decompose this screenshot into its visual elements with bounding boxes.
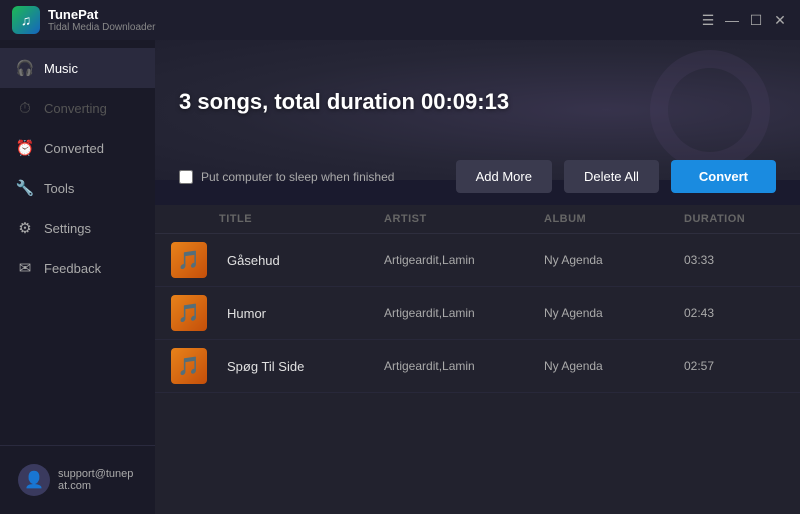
sidebar-nav: 🎧 Music ⏱ Converting ⏰ Converted 🔧 Tools… xyxy=(0,40,155,445)
sidebar-item-tools[interactable]: 🔧 Tools xyxy=(0,168,155,208)
delete-all-button[interactable]: Delete All xyxy=(564,160,659,193)
content-area: 3 songs, total duration 00:09:13 Put com… xyxy=(155,40,800,514)
menu-button[interactable]: ☰ xyxy=(700,12,716,28)
sidebar-footer: 👤 support@tunepat.com xyxy=(0,445,155,514)
track-title-1: Gåsehud xyxy=(219,253,384,268)
converted-icon: ⏰ xyxy=(16,139,34,157)
sidebar-label-tools: Tools xyxy=(44,181,74,196)
add-more-button[interactable]: Add More xyxy=(456,160,552,193)
app-name: TunePat xyxy=(48,7,155,22)
sleep-checkbox-label[interactable]: Put computer to sleep when finished xyxy=(179,170,444,184)
table-row[interactable]: 🎵 Spøg Til Side Artigeardit,Lamin Ny Age… xyxy=(155,340,800,393)
sleep-label-text: Put computer to sleep when finished xyxy=(201,170,394,184)
account-email: support@tunepat.com xyxy=(58,468,137,492)
track-artist-3: Artigeardit,Lamin xyxy=(384,359,544,373)
minimize-button[interactable]: — xyxy=(724,12,740,28)
feedback-icon: ✉ xyxy=(16,259,34,277)
track-duration-2: 02:43 xyxy=(684,306,784,320)
col-album: ALBUM xyxy=(544,213,684,225)
sidebar-item-feedback[interactable]: ✉ Feedback xyxy=(0,248,155,288)
sidebar: 🎧 Music ⏱ Converting ⏰ Converted 🔧 Tools… xyxy=(0,40,155,514)
col-duration: DURATION xyxy=(684,213,784,225)
sidebar-label-music: Music xyxy=(44,61,78,76)
convert-button[interactable]: Convert xyxy=(671,160,776,193)
maximize-button[interactable]: ☐ xyxy=(748,12,764,28)
sidebar-item-music[interactable]: 🎧 Music xyxy=(0,48,155,88)
window-controls: ☰ — ☐ ✕ xyxy=(700,12,788,28)
sidebar-label-converting: Converting xyxy=(44,101,107,116)
avatar: 👤 xyxy=(18,464,50,496)
user-account[interactable]: 👤 support@tunepat.com xyxy=(12,458,143,502)
track-duration-3: 02:57 xyxy=(684,359,784,373)
track-title-3: Spøg Til Side xyxy=(219,359,384,374)
table-row[interactable]: 🎵 Humor Artigeardit,Lamin Ny Agenda 02:4… xyxy=(155,287,800,340)
sidebar-label-converted: Converted xyxy=(44,141,104,156)
logo-icon: ♫ xyxy=(21,12,32,28)
table-header: TITLE ARTIST ALBUM DURATION xyxy=(155,205,800,234)
page-title: 3 songs, total duration 00:09:13 xyxy=(179,89,776,115)
page-header: 3 songs, total duration 00:09:13 xyxy=(155,40,800,160)
sidebar-item-converted[interactable]: ⏰ Converted xyxy=(0,128,155,168)
sleep-checkbox[interactable] xyxy=(179,170,193,184)
track-album-1: Ny Agenda xyxy=(544,253,684,267)
title-bar: ♫ TunePat Tidal Media Downloader ☰ — ☐ ✕ xyxy=(0,0,800,40)
app-subtitle: Tidal Media Downloader xyxy=(48,22,155,33)
track-duration-1: 03:33 xyxy=(684,253,784,267)
track-thumbnail-1: 🎵 xyxy=(171,242,207,278)
track-thumbnail-2: 🎵 xyxy=(171,295,207,331)
settings-icon: ⚙ xyxy=(16,219,34,237)
track-title-2: Humor xyxy=(219,306,384,321)
table-row[interactable]: 🎵 Gåsehud Artigeardit,Lamin Ny Agenda 03… xyxy=(155,234,800,287)
app-name-group: TunePat Tidal Media Downloader xyxy=(48,7,155,33)
track-album-3: Ny Agenda xyxy=(544,359,684,373)
action-bar: Put computer to sleep when finished Add … xyxy=(155,160,800,205)
track-album-2: Ny Agenda xyxy=(544,306,684,320)
content-inner: 3 songs, total duration 00:09:13 Put com… xyxy=(155,40,800,514)
sidebar-label-settings: Settings xyxy=(44,221,91,236)
app-branding: ♫ TunePat Tidal Media Downloader xyxy=(12,6,155,34)
col-thumb xyxy=(171,213,219,225)
col-title: TITLE xyxy=(219,213,384,225)
music-icon: 🎧 xyxy=(16,59,34,77)
sidebar-item-converting: ⏱ Converting xyxy=(0,88,155,128)
main-layout: 🎧 Music ⏱ Converting ⏰ Converted 🔧 Tools… xyxy=(0,40,800,514)
track-artist-2: Artigeardit,Lamin xyxy=(384,306,544,320)
converting-icon: ⏱ xyxy=(16,99,34,117)
sidebar-label-feedback: Feedback xyxy=(44,261,101,276)
track-thumbnail-3: 🎵 xyxy=(171,348,207,384)
col-artist: ARTIST xyxy=(384,213,544,225)
track-artist-1: Artigeardit,Lamin xyxy=(384,253,544,267)
close-button[interactable]: ✕ xyxy=(772,12,788,28)
app-logo: ♫ xyxy=(12,6,40,34)
sidebar-item-settings[interactable]: ⚙ Settings xyxy=(0,208,155,248)
tools-icon: 🔧 xyxy=(16,179,34,197)
track-table: TITLE ARTIST ALBUM DURATION 🎵 Gåsehud Ar… xyxy=(155,205,800,514)
